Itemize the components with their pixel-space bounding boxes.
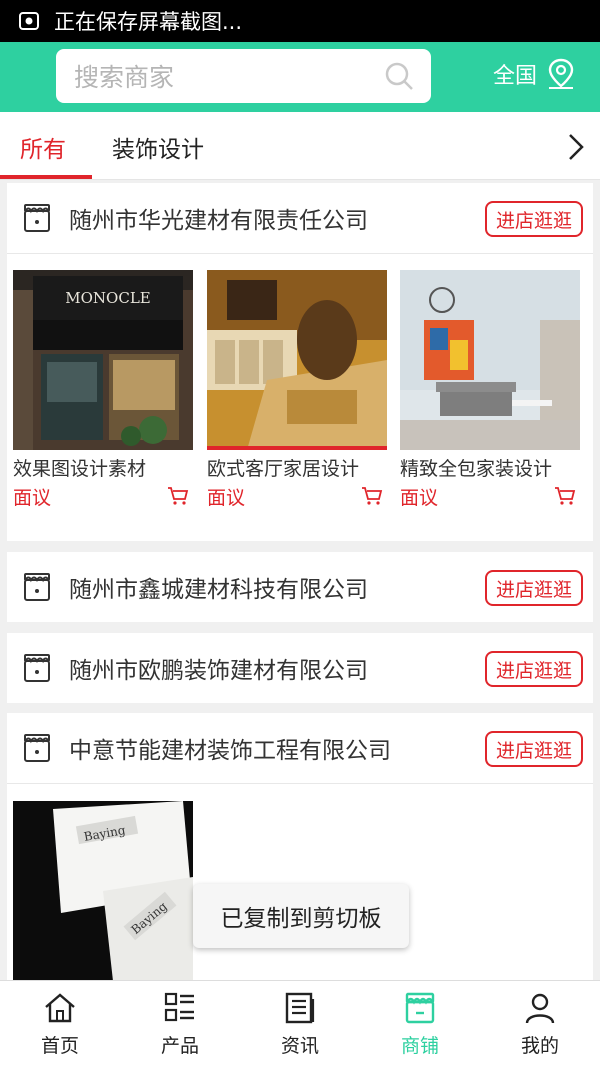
- shop-header[interactable]: 随州市鑫城建材科技有限公司 进店逛逛: [7, 552, 593, 622]
- product-item[interactable]: 精致全包家装设计 面议: [400, 270, 580, 510]
- shop-header[interactable]: 中意节能建材装饰工程有限公司 进店逛逛: [7, 713, 593, 783]
- product-image[interactable]: [207, 270, 387, 450]
- shop-icon: [24, 204, 50, 232]
- product-image[interactable]: MONOCLE: [13, 270, 193, 450]
- product-image[interactable]: [400, 270, 580, 450]
- shop-name: 随州市鑫城建材科技有限公司: [69, 577, 368, 603]
- storefront-sign: MONOCLE: [65, 289, 150, 307]
- region-label: 全国: [493, 64, 538, 89]
- grid-list-icon: [164, 992, 194, 1022]
- signage-photo: Baying Baying: [13, 801, 193, 980]
- nav-mine[interactable]: 我的: [480, 981, 600, 1067]
- divider: [7, 783, 593, 784]
- nav-label: 商铺: [400, 1035, 439, 1057]
- nav-label: 我的: [520, 1035, 559, 1057]
- product-item[interactable]: MONOCLE 效果图设计素材 面议: [13, 270, 193, 510]
- product-price: 面议: [400, 487, 439, 509]
- nav-label: 资讯: [280, 1035, 319, 1057]
- cart-icon[interactable]: [167, 486, 189, 506]
- visit-shop-button[interactable]: 进店逛逛: [485, 651, 583, 687]
- home-icon: [45, 993, 75, 1023]
- status-text: 正在保存屏幕截图...: [54, 10, 243, 34]
- shop-icon: [24, 734, 50, 762]
- cart-icon[interactable]: [361, 486, 383, 506]
- product-item[interactable]: 欧式客厅家居设计 面议: [207, 270, 387, 510]
- screenshot-icon: [19, 12, 39, 30]
- shop-icon: [24, 573, 50, 601]
- nav-home[interactable]: 首页: [0, 981, 120, 1067]
- nav-shops[interactable]: 商铺: [360, 981, 480, 1067]
- search-input[interactable]: 搜索商家: [56, 49, 431, 103]
- product-image[interactable]: Baying Baying: [13, 801, 193, 980]
- apartment-photo: [400, 270, 580, 450]
- region-selector[interactable]: 全国: [493, 57, 577, 91]
- app-header: 搜索商家 全国: [0, 42, 600, 112]
- search-placeholder: 搜索商家: [74, 63, 175, 92]
- nav-label: 首页: [40, 1035, 79, 1057]
- nav-news[interactable]: 资讯: [240, 981, 360, 1067]
- nav-products[interactable]: 产品: [120, 981, 240, 1067]
- product-name: 精致全包家装设计: [400, 458, 553, 480]
- product-price: 面议: [13, 487, 52, 509]
- product-item[interactable]: Baying Baying: [13, 801, 193, 980]
- shop-card: 随州市华光建材有限责任公司 进店逛逛 MONOCLE 效果图设计素材 面议 欧式…: [7, 183, 593, 541]
- visit-shop-button[interactable]: 进店逛逛: [485, 731, 583, 767]
- product-name: 欧式客厅家居设计: [207, 458, 360, 480]
- status-bar: 正在保存屏幕截图...: [0, 0, 600, 42]
- shop-card: 随州市鑫城建材科技有限公司 进店逛逛: [7, 552, 593, 622]
- shop-icon: [24, 654, 50, 682]
- chevron-right-icon[interactable]: [566, 132, 586, 162]
- shop-header[interactable]: 随州市华光建材有限责任公司 进店逛逛: [7, 183, 593, 253]
- active-tab-indicator: [0, 175, 92, 179]
- storefront-photo: MONOCLE: [13, 270, 193, 450]
- product-list: MONOCLE 效果图设计素材 面议 欧式客厅家居设计 面议 精致全包家装设计 …: [7, 254, 593, 526]
- category-tabs: 所有 装饰设计: [0, 112, 600, 180]
- visit-shop-button[interactable]: 进店逛逛: [485, 201, 583, 237]
- shop-name: 中意节能建材装饰工程有限公司: [69, 738, 391, 764]
- news-icon: [285, 992, 315, 1024]
- location-pin-icon: [548, 58, 574, 89]
- product-name: 效果图设计素材: [13, 458, 147, 480]
- shop-icon: [405, 992, 435, 1024]
- user-icon: [525, 993, 555, 1024]
- living-room-photo: [207, 270, 387, 450]
- nav-label: 产品: [160, 1035, 199, 1057]
- tab-decoration-design[interactable]: 装饰设计: [112, 130, 204, 164]
- product-price: 面议: [207, 487, 246, 509]
- shop-name: 随州市华光建材有限责任公司: [69, 208, 368, 234]
- shop-header[interactable]: 随州市欧鹏装饰建材有限公司 进店逛逛: [7, 633, 593, 703]
- search-icon[interactable]: [383, 60, 415, 92]
- visit-shop-button[interactable]: 进店逛逛: [485, 570, 583, 606]
- tab-all[interactable]: 所有: [20, 130, 66, 164]
- cart-icon[interactable]: [554, 486, 576, 506]
- toast-message: 已复制到剪切板: [193, 884, 409, 948]
- shop-card: 随州市欧鹏装饰建材有限公司 进店逛逛: [7, 633, 593, 703]
- shop-name: 随州市欧鹏装饰建材有限公司: [69, 658, 368, 684]
- bottom-nav: 首页 产品 资讯 商铺 我的: [0, 980, 600, 1067]
